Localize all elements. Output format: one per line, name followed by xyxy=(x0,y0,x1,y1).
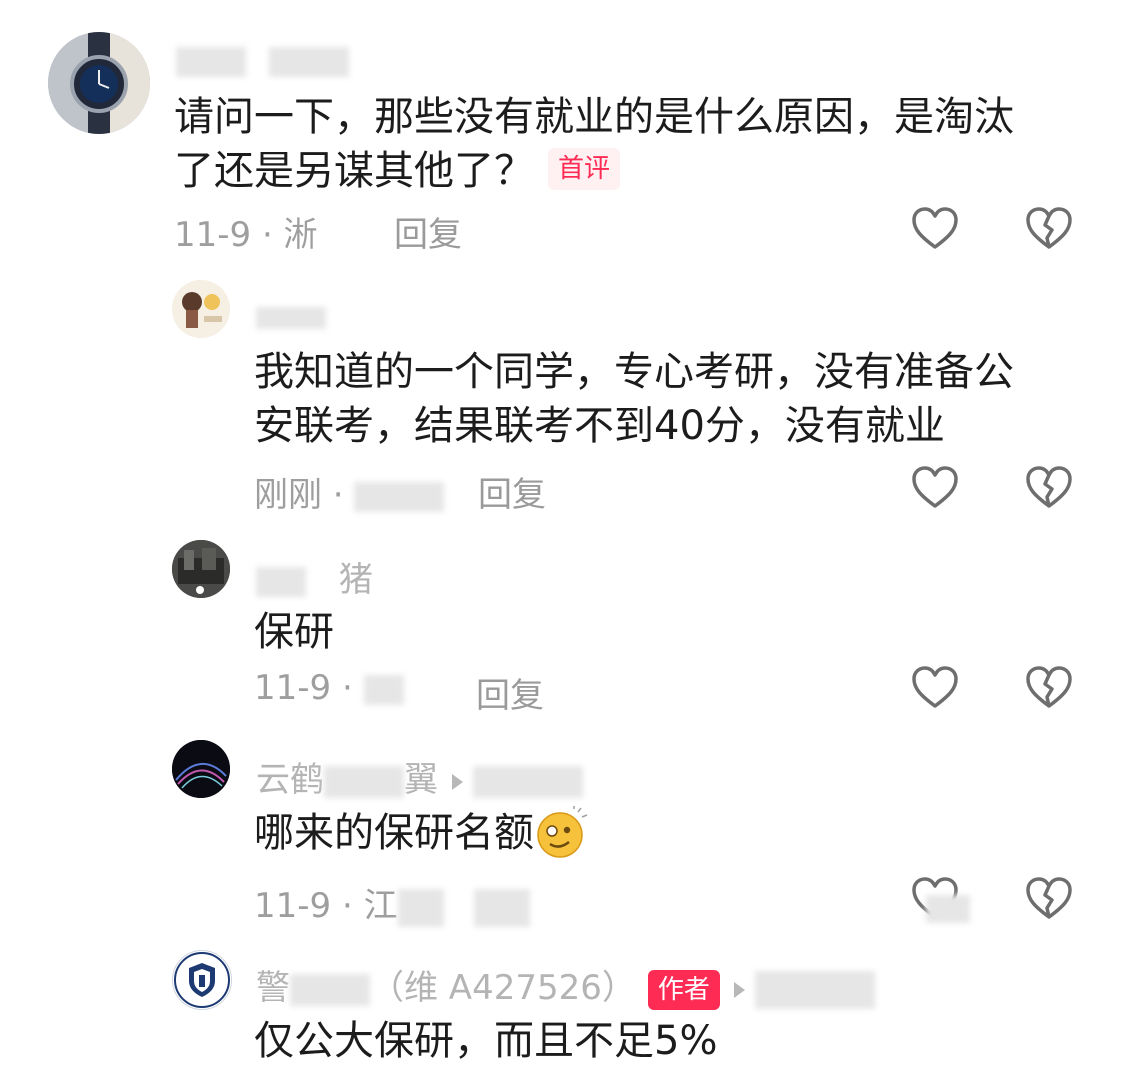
reply-button[interactable]: 回复 xyxy=(478,467,546,516)
comment-meta: 11-9 · 淅 xyxy=(174,215,318,255)
reply-button[interactable]: 回复 xyxy=(476,668,544,717)
avatar[interactable] xyxy=(172,540,230,598)
username[interactable]: 猪 xyxy=(256,552,373,601)
first-comment-badge: 首评 xyxy=(548,148,621,190)
cartoon-avatar-image xyxy=(172,280,230,338)
blurred-name xyxy=(324,765,404,798)
comment-text: 哪来的保研名额 xyxy=(254,806,1074,862)
username[interactable]: 警（维 A427526） 作者 xyxy=(256,960,875,1010)
author-badge: 作者 xyxy=(647,969,720,1010)
avatar[interactable] xyxy=(172,280,230,338)
blurred-name xyxy=(256,306,326,329)
comment-meta: 11-9 · xyxy=(254,668,404,708)
reply-to-arrow-icon xyxy=(452,773,463,790)
police-badge-avatar-image xyxy=(174,952,230,1008)
broken-heart-icon[interactable] xyxy=(1024,664,1074,710)
comment-text: 请问一下，那些没有就业的是什么原因，是淘汰 了还是另谋其他了？ 首评 xyxy=(174,90,1074,198)
avatar[interactable] xyxy=(48,32,150,134)
comment-line: 安联考，结果联考不到40分，没有就业 xyxy=(254,403,945,449)
blurred-location xyxy=(363,674,404,705)
heart-outline-icon[interactable] xyxy=(910,664,960,710)
avatar[interactable] xyxy=(172,950,232,1010)
comment-line: 哪来的保研名额 xyxy=(254,806,1074,862)
blurred-name xyxy=(256,566,306,597)
comment-text: 仅公大保研，而且不足5% xyxy=(254,1014,1074,1068)
avatar[interactable] xyxy=(172,740,230,798)
blurred-name xyxy=(176,46,246,77)
username[interactable] xyxy=(176,40,349,80)
username[interactable]: 云鹤翼 xyxy=(256,752,583,801)
photo-avatar-image xyxy=(172,540,230,598)
broken-heart-icon[interactable] xyxy=(1024,464,1074,510)
blurred-name xyxy=(268,46,349,77)
broken-heart-icon[interactable] xyxy=(1024,205,1074,251)
blurred-location xyxy=(397,888,444,927)
comment-line: 保研 xyxy=(254,609,334,655)
broken-heart-icon[interactable] xyxy=(1024,875,1074,921)
comment-text: 我知道的一个同学，专心考研，没有准备公 安联考，结果联考不到40分，没有就业 xyxy=(254,345,1074,453)
blurred-name xyxy=(290,973,370,1006)
username[interactable] xyxy=(256,296,326,336)
comment-line: 我知道的一个同学，专心考研，没有准备公 xyxy=(254,349,1014,395)
comment-line: 了还是另谋其他了？ 首评 xyxy=(174,144,1074,198)
comment-meta: 11-9 · 江 xyxy=(254,878,530,927)
blurred-location xyxy=(354,481,445,512)
watch-avatar-image xyxy=(48,32,150,134)
comment-text: 保研 xyxy=(254,605,1074,659)
reply-to-arrow-icon xyxy=(733,981,745,998)
blurred-like-count xyxy=(926,895,970,923)
comment-line: 仅公大保研，而且不足5% xyxy=(254,1018,718,1064)
heart-outline-icon[interactable] xyxy=(910,464,960,510)
woozy-face-emoji xyxy=(537,806,588,858)
comment-line: 请问一下，那些没有就业的是什么原因，是淘汰 xyxy=(174,94,1014,140)
blurred-name xyxy=(473,765,583,798)
heart-outline-icon[interactable] xyxy=(910,205,960,251)
reply-button[interactable]: 回复 xyxy=(394,207,462,256)
comment-meta: 刚刚 · xyxy=(254,467,445,516)
blurred-name xyxy=(754,970,875,1009)
abstract-avatar-image xyxy=(172,740,230,798)
blurred-reply xyxy=(473,888,530,927)
